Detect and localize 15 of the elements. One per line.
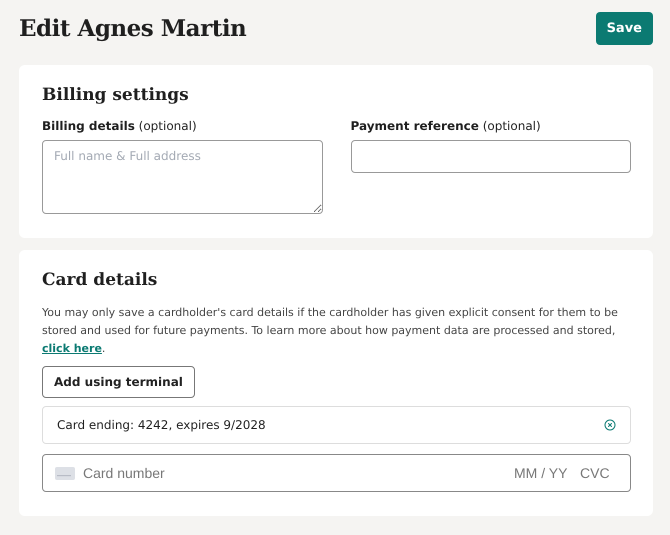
add-terminal-button[interactable]: Add using terminal [42, 366, 195, 398]
click-here-link[interactable]: click here [42, 342, 102, 355]
payment-reference-field[interactable] [350, 140, 631, 173]
page-title: Edit Agnes Martin [19, 15, 246, 42]
credit-card-icon [55, 466, 75, 480]
consent-notice: You may only save a cardholder's card details if the cardholder has given explicit consent for them to be stored and used for future payments. To learn more about how payment data are processed and stored, click here. [42, 305, 619, 357]
section-heading: Billing settings [42, 85, 190, 105]
field-label: Billing details (optional) [42, 119, 198, 133]
saved-card-text: Card ending: 4242, expires 9/2028 [57, 418, 266, 432]
save-button[interactable]: Save [596, 12, 653, 45]
remove-icon[interactable] [604, 419, 616, 431]
section-heading: Card details [42, 270, 158, 290]
billing-details-field[interactable]: Full name & Full address [42, 140, 322, 214]
card-input-group[interactable]: Card number MM / YY CVC [42, 454, 631, 492]
field-label: Payment reference (optional) [350, 119, 542, 133]
